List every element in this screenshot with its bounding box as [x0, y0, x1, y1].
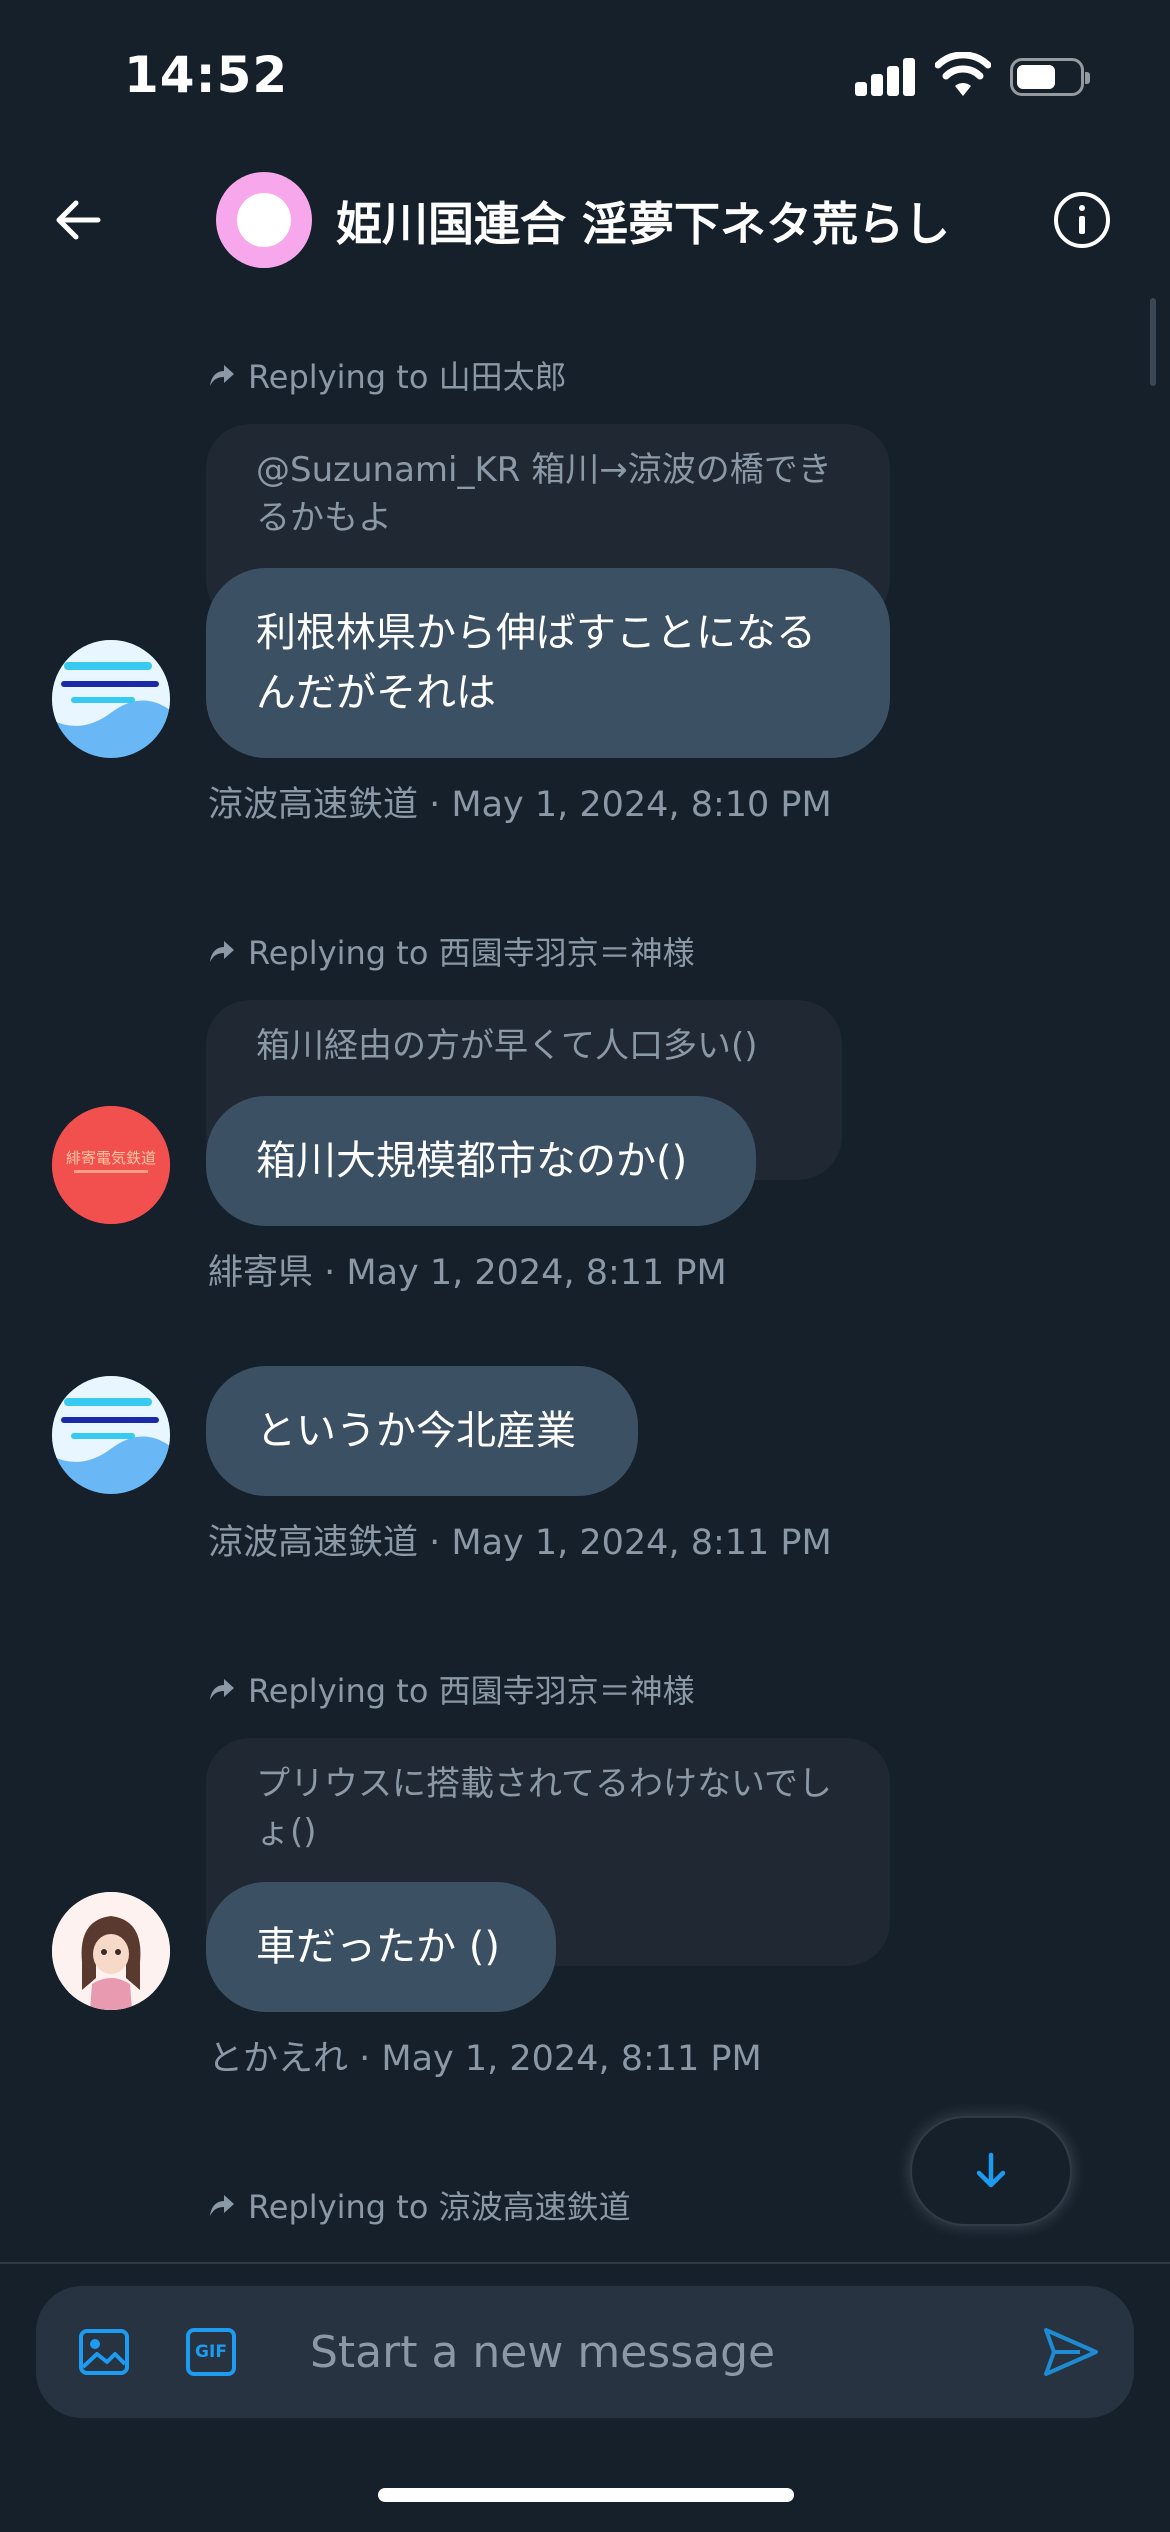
- conversation-title[interactable]: 姫川国連合 淫夢下ネタ荒らし: [336, 188, 950, 254]
- scrollbar-thumb[interactable]: [1150, 298, 1156, 386]
- reply-context[interactable]: Replying to 山田太郎: [208, 352, 567, 398]
- group-avatar[interactable]: [216, 172, 312, 268]
- message-meta: 涼波高速鉄道 · May 1, 2024, 8:11 PM: [208, 1523, 832, 1563]
- message-bubble[interactable]: 車だったか (): [206, 1882, 556, 2012]
- message-meta: 緋寄県 · May 1, 2024, 8:11 PM: [208, 1253, 727, 1293]
- reply-arrow-icon: [210, 1679, 234, 1700]
- avatar-caption: 緋寄電気鉄道: [66, 1149, 156, 1167]
- reply-context-label: Replying to 西園寺羽京＝神様: [248, 1672, 695, 1710]
- wifi-icon: [935, 52, 991, 96]
- scroll-to-bottom-button[interactable]: [910, 2116, 1072, 2226]
- home-indicator[interactable]: [378, 2488, 794, 2502]
- cellular-signal-icon: [855, 58, 917, 96]
- arrow-down-icon: [976, 2152, 1006, 2188]
- message-meta: 涼波高速鉄道 · May 1, 2024, 8:10 PM: [208, 785, 832, 825]
- reply-arrow-icon: [210, 941, 234, 962]
- reply-context-label: Replying to 西園寺羽京＝神様: [248, 934, 695, 972]
- avatar[interactable]: [52, 1892, 170, 2010]
- message-bubble[interactable]: 箱川大規模都市なのか(): [206, 1096, 756, 1226]
- avatar[interactable]: 緋寄電気鉄道: [52, 1106, 170, 1224]
- message-composer: GIF: [36, 2286, 1134, 2418]
- send-icon[interactable]: [1040, 2322, 1100, 2382]
- message-bubble[interactable]: というか今北産業: [206, 1366, 638, 1496]
- status-time: 14:52: [124, 46, 289, 104]
- avatar[interactable]: [52, 1376, 170, 1494]
- battery-icon: [1010, 58, 1090, 96]
- composer-divider: [0, 2262, 1170, 2264]
- reply-arrow-icon: [210, 365, 234, 386]
- message-input[interactable]: [310, 2316, 990, 2388]
- reply-context[interactable]: Replying to 西園寺羽京＝神様: [208, 928, 695, 974]
- avatar[interactable]: [52, 640, 170, 758]
- gif-button[interactable]: GIF: [186, 2328, 236, 2376]
- message-meta: とかえれ · May 1, 2024, 8:11 PM: [208, 2039, 762, 2079]
- status-bar: 14:52: [0, 0, 1170, 150]
- reply-context[interactable]: Replying to 涼波高速鉄道: [208, 2182, 631, 2228]
- reply-arrow-icon: [210, 2195, 234, 2216]
- info-icon[interactable]: [1054, 192, 1110, 248]
- image-icon[interactable]: [76, 2324, 132, 2380]
- reply-context[interactable]: Replying to 西園寺羽京＝神様: [208, 1666, 695, 1712]
- arrow-left-icon[interactable]: [48, 190, 108, 250]
- reply-context-label: Replying to 涼波高速鉄道: [248, 2188, 631, 2226]
- reply-context-label: Replying to 山田太郎: [248, 358, 567, 396]
- conversation-header: 姫川国連合 淫夢下ネタ荒らし: [0, 150, 1170, 290]
- message-bubble[interactable]: 利根林県から伸ばすことになるんだがそれは: [206, 568, 890, 758]
